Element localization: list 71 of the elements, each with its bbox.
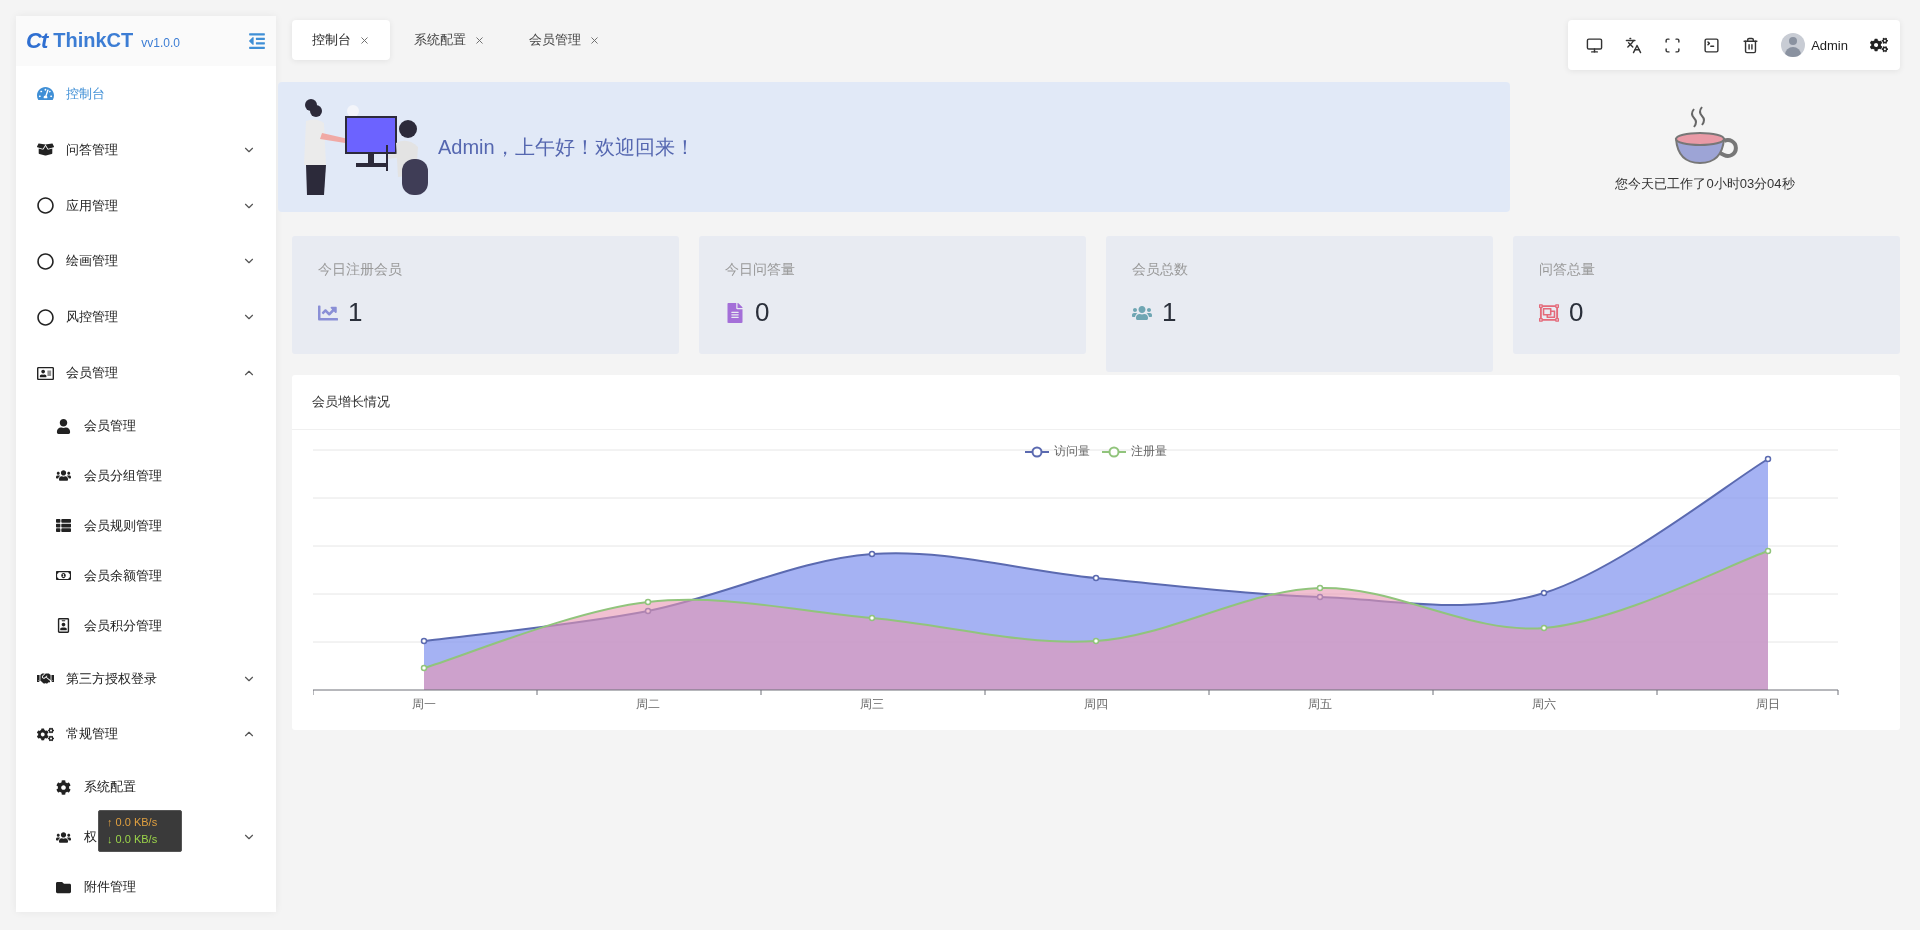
menu-item[interactable]: 应用管理: [66, 197, 118, 213]
data-point: [420, 637, 428, 645]
menu-item[interactable]: 会员余额管理: [84, 567, 162, 583]
stat-label: 今日注册会员: [318, 261, 403, 279]
download-speed: ↓ 0.0 KB/s: [107, 832, 159, 847]
stat-value: 0: [1569, 297, 1584, 328]
menu-item[interactable]: 第三方授权登录: [66, 670, 157, 686]
menu-item[interactable]: 风控管理: [66, 309, 118, 325]
object-group-icon: [1539, 302, 1559, 323]
axis-label: 周三: [860, 697, 884, 711]
axis-label: 周日: [1756, 697, 1780, 711]
menu-item[interactable]: 会员管理: [84, 418, 136, 434]
axis-label: 周一: [412, 697, 436, 711]
stat-value: 1: [348, 297, 363, 328]
collapse-menu-icon[interactable]: [248, 31, 266, 50]
menu-item[interactable]: 控制台: [66, 85, 105, 101]
stat-value: 0: [755, 297, 770, 328]
data-point: [1540, 624, 1548, 632]
menu-item[interactable]: 附件管理: [84, 879, 136, 895]
data-point: [1764, 547, 1772, 555]
data-point: [868, 614, 876, 622]
terminal-icon[interactable]: [1703, 36, 1721, 54]
menu-item[interactable]: 权: [84, 829, 97, 845]
tab[interactable]: 控制台: [292, 20, 390, 60]
stat-label: 问答总量: [1539, 261, 1596, 279]
data-point: [868, 550, 876, 558]
menu-item[interactable]: 绘画管理: [66, 253, 118, 269]
tab[interactable]: 系统配置: [394, 20, 505, 60]
logo-mark: Ct: [26, 27, 48, 54]
trash-icon[interactable]: [1742, 36, 1760, 54]
close-icon[interactable]: [359, 34, 370, 46]
data-point: [1764, 455, 1772, 463]
menu-item[interactable]: 会员积分管理: [84, 617, 162, 633]
monitor-icon[interactable]: [1586, 36, 1604, 54]
fullscreen-icon[interactable]: [1664, 36, 1682, 54]
settings-icon: [34, 725, 56, 743]
legend-item[interactable]: 注册量: [1102, 443, 1167, 460]
upload-speed: ↑ 0.0 KB/s: [107, 815, 159, 830]
translate-icon[interactable]: [1625, 36, 1643, 54]
menu-item[interactable]: 常规管理: [66, 726, 118, 742]
axis-label: 周五: [1308, 697, 1332, 711]
dashboard-icon: [34, 85, 56, 103]
document-icon: [725, 302, 745, 323]
avatar-icon: [1781, 33, 1806, 57]
chart-title: 会员增长情况: [312, 393, 390, 411]
stat-label: 会员总数: [1132, 261, 1189, 279]
menu-item[interactable]: 问答管理: [66, 141, 118, 157]
axis-label: 周六: [1532, 697, 1556, 711]
menu-item[interactable]: 系统配置: [84, 779, 136, 795]
axis-label: 周二: [636, 697, 660, 711]
user-menu[interactable]: Admin: [1781, 33, 1848, 57]
brand-name: ThinkCT: [53, 29, 134, 53]
stat-label: 今日问答量: [725, 261, 796, 279]
close-icon[interactable]: [589, 34, 600, 46]
menu-item[interactable]: 会员规则管理: [84, 517, 162, 533]
greeting-text: Admin，上午好！欢迎回来！: [438, 134, 695, 160]
stat-value: 1: [1162, 297, 1177, 328]
menu-item[interactable]: 会员分组管理: [84, 467, 162, 483]
data-point: [1540, 589, 1548, 597]
axis-label: 周四: [1084, 697, 1108, 711]
data-point: [1092, 574, 1100, 582]
data-point: [420, 664, 428, 672]
work-time-text: 您今天已工作了0小时03分04秒: [1615, 175, 1795, 193]
tab[interactable]: 会员管理: [509, 20, 620, 60]
close-icon[interactable]: [474, 34, 485, 46]
legend-item[interactable]: 访问量: [1025, 443, 1090, 460]
version-label: vv1.0.0: [141, 35, 181, 50]
settings-icon[interactable]: [1870, 36, 1888, 54]
data-point: [1092, 637, 1100, 645]
id-card-icon: [34, 364, 56, 382]
menu-item[interactable]: 会员管理: [66, 365, 118, 381]
